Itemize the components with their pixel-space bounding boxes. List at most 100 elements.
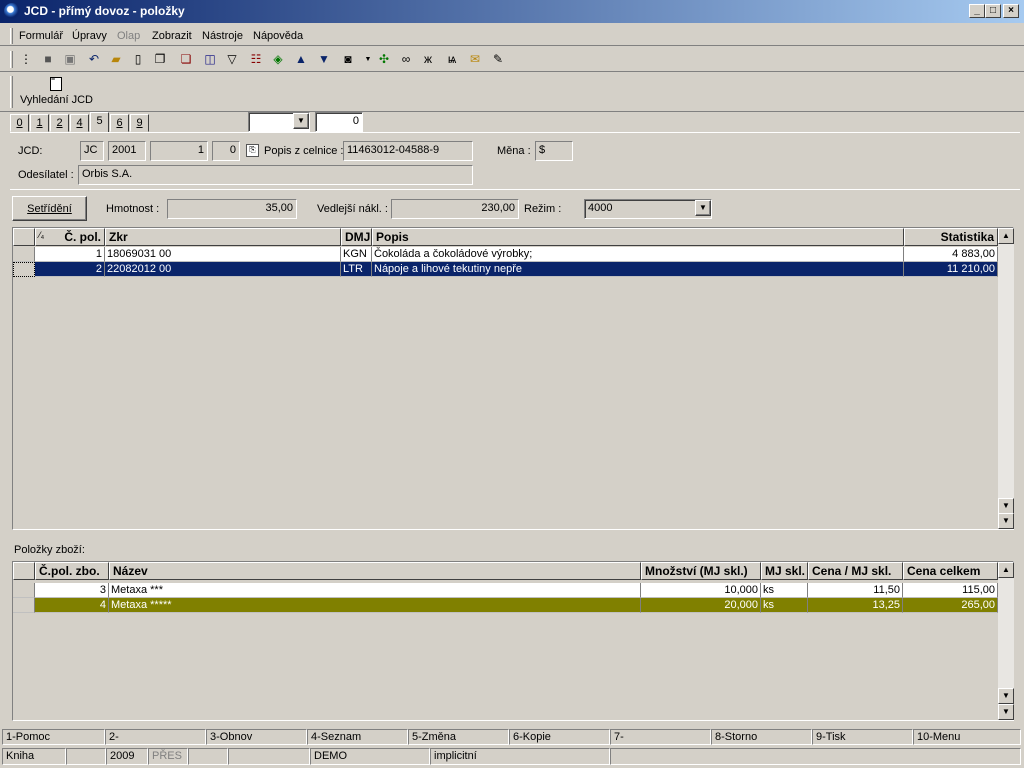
rezim-select[interactable]: 4000 ▼	[584, 199, 712, 219]
stack-icon[interactable]: ◈	[270, 51, 286, 67]
copy-icon[interactable]: ❐	[152, 51, 168, 67]
grid2-header-cpol[interactable]: Č.pol. zbo.	[35, 562, 109, 580]
filter-icon[interactable]: ▽	[224, 51, 240, 67]
menu-grip	[10, 28, 13, 44]
grid1-scrollbar[interactable]: ▲ ▼ ▼	[998, 228, 1014, 529]
arrow-down-icon[interactable]: ▼	[316, 51, 332, 67]
top-combo[interactable]: ▼	[248, 112, 310, 132]
tab-2[interactable]: 2	[50, 114, 69, 132]
save-as-icon[interactable]: ▣	[62, 51, 78, 67]
undo-icon[interactable]: ↶	[86, 51, 102, 67]
row-indicator	[13, 247, 35, 262]
recycle-icon[interactable]: ✣	[376, 51, 392, 67]
mail-icon[interactable]: ✉	[467, 51, 483, 67]
camera-icon[interactable]: ◙	[340, 51, 356, 67]
table-row[interactable]: 1 18069031 00 KGN Čokoláda a čokoládové …	[13, 247, 998, 262]
fkey-7[interactable]: 7-	[610, 729, 711, 745]
tab-1[interactable]: 1	[30, 114, 49, 132]
grid1-header-cpol[interactable]: ⁄₄ Č. pol.	[35, 228, 105, 246]
arrow-up-icon[interactable]: ▲	[293, 51, 309, 67]
mena-field[interactable]: $	[535, 141, 573, 161]
grid1-header-popis[interactable]: Popis	[372, 228, 904, 246]
jcd-sub-field[interactable]: 0	[212, 141, 240, 161]
search-jcd-button[interactable]: ≡ Vyhledání JCD	[16, 76, 96, 110]
fkey-3[interactable]: 3-Obnov	[206, 729, 307, 745]
table-row-highlighted[interactable]: 4 Metaxa ***** 20,000 ks 13,25 265,00	[13, 598, 998, 613]
book-icon[interactable]: ◫	[202, 51, 218, 67]
vedlejsi-field[interactable]: 230,00	[391, 199, 519, 219]
open-folder-icon[interactable]: ▰	[108, 51, 124, 67]
paste-icon[interactable]: ❏	[178, 51, 194, 67]
scroll-up-icon[interactable]: ▲	[998, 562, 1014, 578]
grid1-header-cpol-text: Č. pol.	[64, 230, 101, 244]
scroll-down-end-icon[interactable]: ▼	[998, 498, 1014, 514]
scroll-up-icon[interactable]: ▲	[998, 228, 1014, 244]
popis-field[interactable]: 11463012-04588-9	[343, 141, 473, 161]
scroll-down-icon[interactable]: ▼	[998, 513, 1014, 529]
grid2-header-mnozstvi[interactable]: Množství (MJ skl.)	[641, 562, 761, 580]
hmotnost-field[interactable]: 35,00	[167, 199, 297, 219]
fkey-10[interactable]: 10-Menu	[913, 729, 1021, 745]
clipboard-icon[interactable]: ⎘	[246, 144, 259, 157]
menu-formular[interactable]: Formulář	[19, 30, 63, 42]
menu-nastroje[interactable]: Nástroje	[202, 30, 243, 42]
popis-label: Popis z celnice :	[264, 145, 344, 157]
menu-upravy[interactable]: Úpravy	[72, 30, 107, 42]
fkey-4[interactable]: 4-Seznam	[307, 729, 408, 745]
fkey-9[interactable]: 9-Tisk	[812, 729, 913, 745]
menu-napoveda[interactable]: Nápověda	[253, 30, 303, 42]
scroll-down-icon[interactable]: ▼	[998, 704, 1014, 720]
table-row-selected[interactable]: 2 22082012 00 LTR Nápoje a lihové tekuti…	[13, 262, 998, 277]
grid2-scrollbar[interactable]: ▲ ▼ ▼	[998, 562, 1014, 720]
fkey-5[interactable]: 5-Změna	[408, 729, 509, 745]
grid2-header-cena-mj[interactable]: Cena / MJ skl.	[808, 562, 903, 580]
new-document-icon[interactable]: ▯	[130, 51, 146, 67]
top-combo-arrow-icon[interactable]: ▼	[293, 113, 309, 129]
find-next-icon[interactable]: ж	[420, 51, 436, 67]
menu-olap[interactable]: Olap	[117, 30, 140, 42]
status-blank-3	[228, 748, 310, 765]
cell-cena-celkem: 115,00	[903, 583, 998, 598]
row-indicator	[13, 583, 35, 598]
filter-list-icon[interactable]: ☷	[248, 51, 264, 67]
jcd-type-field[interactable]: JC	[80, 141, 104, 161]
tree-icon[interactable]: ⋮	[18, 51, 34, 67]
menu-zobrazit[interactable]: Zobrazit	[152, 30, 192, 42]
table-row[interactable]: 3 Metaxa *** 10,000 ks 11,50 115,00	[13, 583, 998, 598]
document-icon: ≡	[50, 76, 62, 91]
fkey-2[interactable]: 2-	[105, 729, 206, 745]
top-number-input[interactable]: 0	[315, 112, 363, 132]
tab-0[interactable]: 0	[10, 114, 29, 132]
edit-note-icon[interactable]: ✎	[490, 51, 506, 67]
fkey-8[interactable]: 8-Storno	[711, 729, 812, 745]
tab-5[interactable]: 5	[90, 112, 109, 133]
sort-button[interactable]: Setřídění	[12, 196, 87, 221]
cell-nazev: Metaxa *****	[109, 598, 641, 613]
jcd-year-field[interactable]: 2001	[108, 141, 146, 161]
fkey-1[interactable]: 1-Pomoc	[2, 729, 105, 745]
save-icon[interactable]: ■	[40, 51, 56, 67]
minimize-button[interactable]: _	[969, 4, 985, 18]
binoculars-icon[interactable]: ∞	[398, 51, 414, 67]
odesilatel-field[interactable]: Orbis S.A.	[78, 165, 473, 185]
grid2-header-mj[interactable]: MJ skl.	[761, 562, 808, 580]
tab-4[interactable]: 4	[70, 114, 89, 132]
grid2-header-cena-celkem[interactable]: Cena celkem	[903, 562, 998, 580]
grid1-header-zkr[interactable]: Zkr	[105, 228, 341, 246]
search-jcd-label: Vyhledání JCD	[20, 94, 93, 106]
tab-6[interactable]: 6	[110, 114, 129, 132]
fkey-6[interactable]: 6-Kopie	[509, 729, 610, 745]
close-button[interactable]: ×	[1003, 4, 1019, 18]
grid1-header-statistika[interactable]: Statistika	[904, 228, 998, 246]
scroll-down-end-icon[interactable]: ▼	[998, 688, 1014, 704]
cell-cpol: 4	[35, 598, 109, 613]
grid2-header-nazev[interactable]: Název	[109, 562, 641, 580]
rezim-dropdown-icon[interactable]: ▼	[695, 200, 711, 216]
jcd-number-field[interactable]: 1	[150, 141, 208, 161]
maximize-button[interactable]: □	[985, 4, 1001, 18]
dropdown-arrow-icon[interactable]: ▼	[360, 51, 376, 67]
find-replace-icon[interactable]: ѩ	[444, 51, 460, 67]
grid1-header-dmj[interactable]: DMJ	[341, 228, 372, 246]
tab-9[interactable]: 9	[130, 114, 149, 132]
app-icon	[4, 3, 20, 19]
